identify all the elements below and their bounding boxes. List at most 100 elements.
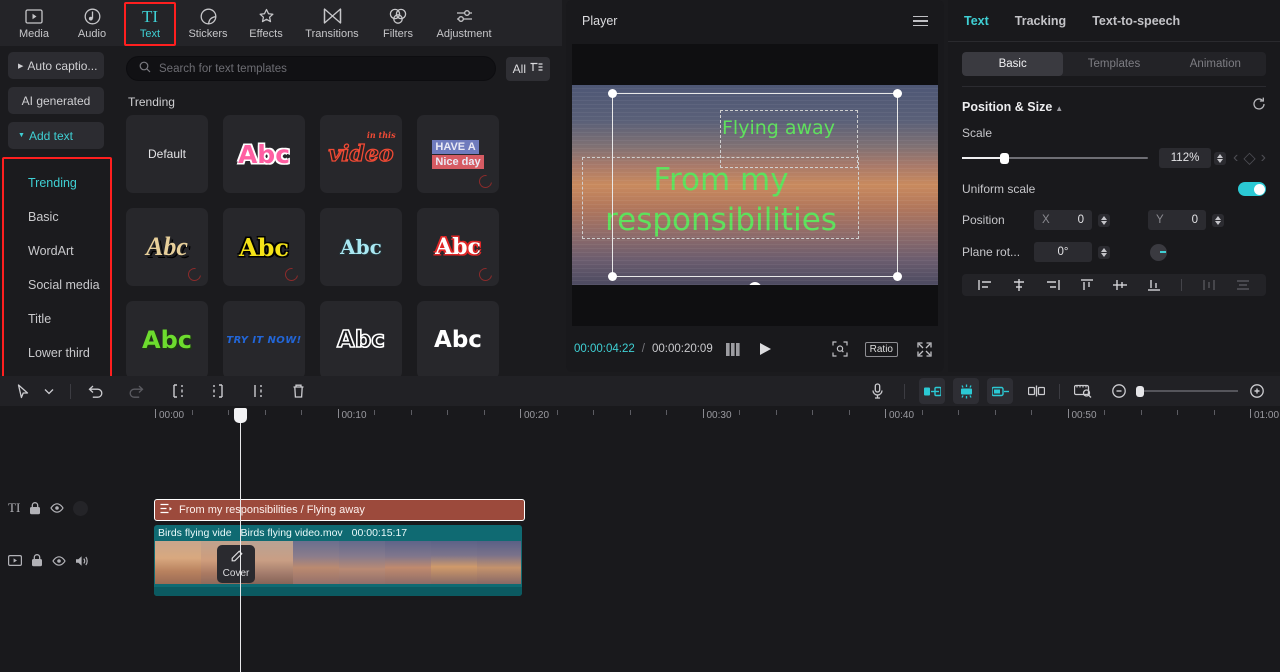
template-card[interactable]: Default xyxy=(126,115,208,193)
scale-slider[interactable] xyxy=(962,153,1148,164)
filter-button[interactable]: All xyxy=(505,56,550,81)
timeline-ruler[interactable]: 00:00 00:10 00:20 00:30 00:40 00:50 01:00 xyxy=(0,406,1280,428)
mute-icon[interactable] xyxy=(75,555,89,567)
mix-left-icon[interactable] xyxy=(919,378,945,404)
uniform-scale-toggle[interactable] xyxy=(1238,182,1266,196)
scale-slider-knob[interactable] xyxy=(1000,153,1009,164)
distribute-horizontal-icon[interactable] xyxy=(1202,279,1216,291)
nav-tab-stickers[interactable]: Stickers xyxy=(180,1,236,45)
keyframe-prev-icon[interactable]: ‹ xyxy=(1233,149,1238,167)
timeline-zoom-slider[interactable] xyxy=(1136,386,1238,397)
visibility-icon[interactable] xyxy=(52,555,66,566)
keyframe-add-icon[interactable]: ◇ xyxy=(1243,148,1255,168)
template-card[interactable]: TRY IT NOW! xyxy=(223,301,305,379)
resize-handle-bottom-right[interactable] xyxy=(893,272,902,281)
distribute-vertical-icon[interactable] xyxy=(1236,279,1250,291)
lock-icon[interactable] xyxy=(31,554,43,567)
nav-tab-transitions[interactable]: Transitions xyxy=(296,1,368,45)
template-card[interactable]: Abc xyxy=(223,115,305,193)
chevron-up-icon[interactable]: ▲ xyxy=(1055,104,1063,113)
download-icon[interactable] xyxy=(185,265,204,284)
position-y-stepper[interactable] xyxy=(1212,213,1224,227)
template-card[interactable]: Abc xyxy=(126,301,208,379)
sidebar-button-ai-generated[interactable]: AI generated xyxy=(8,87,104,114)
mix-right-icon[interactable] xyxy=(987,378,1013,404)
lock-icon[interactable] xyxy=(29,501,41,515)
scale-stepper[interactable] xyxy=(1214,151,1227,165)
tab-text-to-speech[interactable]: Text-to-speech xyxy=(1092,14,1180,28)
delete-icon[interactable] xyxy=(285,378,311,404)
template-card[interactable]: HAVE A Nice day xyxy=(417,115,499,193)
nav-tab-audio[interactable]: Audio xyxy=(64,1,120,45)
template-card[interactable]: Abc xyxy=(320,208,402,286)
sidebar-button-add-text[interactable]: ▼ Add text xyxy=(8,122,104,149)
position-x-input[interactable]: X 0 xyxy=(1034,210,1092,230)
sidebar-item-lower-third[interactable]: Lower third xyxy=(4,336,110,370)
align-top-icon[interactable] xyxy=(1080,279,1094,291)
download-icon[interactable] xyxy=(476,265,495,284)
zoom-out-icon[interactable] xyxy=(1106,378,1132,404)
tab-text[interactable]: Text xyxy=(964,14,989,28)
microphone-icon[interactable] xyxy=(864,378,890,404)
resize-handle-bottom-left[interactable] xyxy=(608,272,617,281)
keyframe-next-icon[interactable]: › xyxy=(1261,149,1266,167)
sidebar-item-wordart[interactable]: WordArt xyxy=(4,234,110,268)
align-right-icon[interactable] xyxy=(1046,279,1060,291)
cover-button[interactable]: Cover xyxy=(217,545,255,583)
align-bottom-icon[interactable] xyxy=(1147,279,1161,291)
download-icon[interactable] xyxy=(282,265,301,284)
split-icon[interactable] xyxy=(165,378,191,404)
search-input[interactable]: Search for text templates xyxy=(126,56,496,81)
mix-center-icon[interactable] xyxy=(953,378,979,404)
position-x-stepper[interactable] xyxy=(1098,213,1110,227)
video-preview[interactable]: Flying away From my responsibilities xyxy=(572,85,938,285)
nav-tab-text[interactable]: TI Text xyxy=(122,1,178,46)
redo-icon[interactable] xyxy=(123,378,149,404)
nav-tab-media[interactable]: Media xyxy=(6,1,62,45)
zoom-to-fit-icon[interactable] xyxy=(832,341,848,357)
sidebar-item-trending[interactable]: Trending xyxy=(4,166,110,200)
timeline-preview-icon[interactable] xyxy=(1070,378,1096,404)
fullscreen-icon[interactable] xyxy=(917,341,932,357)
template-card[interactable]: Abc xyxy=(126,208,208,286)
segment-basic[interactable]: Basic xyxy=(962,52,1064,76)
undo-icon[interactable] xyxy=(83,378,109,404)
visibility-icon[interactable] xyxy=(50,503,64,513)
trim-left-icon[interactable] xyxy=(205,378,231,404)
resize-handle-top-right[interactable] xyxy=(893,89,902,98)
template-card[interactable]: Abc xyxy=(417,301,499,379)
playhead-handle[interactable] xyxy=(234,408,247,423)
segment-animation[interactable]: Animation xyxy=(1165,52,1266,76)
timeline-clip-video[interactable]: Birds flying vide Birds flying video.mov… xyxy=(154,525,522,596)
timeline-zoom-knob[interactable] xyxy=(1136,386,1144,397)
reset-icon[interactable] xyxy=(1252,97,1266,116)
player-menu-icon[interactable] xyxy=(913,15,928,27)
scale-value-input[interactable]: 112% xyxy=(1159,148,1212,168)
template-card[interactable]: Abc xyxy=(320,301,402,379)
frames-view-icon[interactable] xyxy=(725,342,742,356)
overlay-text-flying-away[interactable]: Flying away xyxy=(722,117,835,139)
zoom-in-icon[interactable] xyxy=(1244,378,1270,404)
ratio-button[interactable]: Ratio xyxy=(864,341,898,357)
template-card[interactable]: Abc xyxy=(223,208,305,286)
sidebar-item-basic[interactable]: Basic xyxy=(4,200,110,234)
rotation-stepper[interactable] xyxy=(1098,245,1110,259)
position-y-input[interactable]: Y 0 xyxy=(1148,210,1206,230)
template-card[interactable]: video in this xyxy=(320,115,402,193)
nav-tab-filters[interactable]: Filters xyxy=(370,1,426,45)
select-tool-icon[interactable] xyxy=(10,378,36,404)
rotate-handle[interactable] xyxy=(748,282,762,285)
segment-templates[interactable]: Templates xyxy=(1063,52,1164,76)
nav-tab-adjustment[interactable]: Adjustment xyxy=(428,1,500,45)
select-tool-dropdown-icon[interactable] xyxy=(36,378,62,404)
align-left-icon[interactable] xyxy=(978,279,992,291)
align-center-vertical-icon[interactable] xyxy=(1113,279,1128,291)
trim-right-icon[interactable] xyxy=(245,378,271,404)
template-card[interactable]: Abc xyxy=(417,208,499,286)
tab-tracking[interactable]: Tracking xyxy=(1015,14,1066,28)
play-button[interactable] xyxy=(759,342,772,356)
overlay-text-from-my-responsibilities[interactable]: From my responsibilities xyxy=(596,160,846,240)
rotation-dial[interactable] xyxy=(1150,243,1167,261)
resize-handle-top-left[interactable] xyxy=(608,89,617,98)
download-icon[interactable] xyxy=(476,172,495,191)
